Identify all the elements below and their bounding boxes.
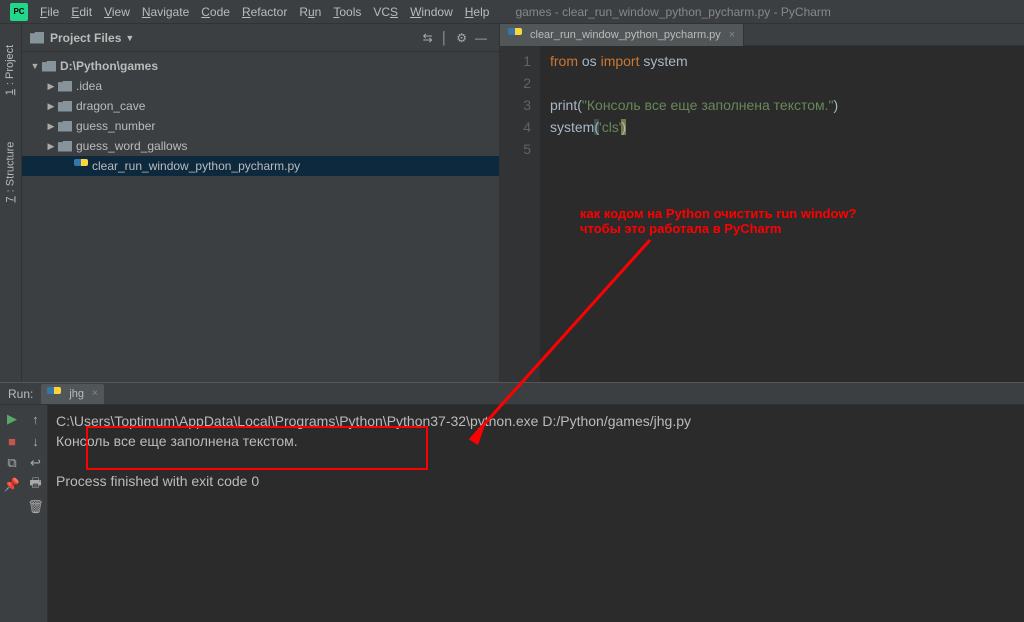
editor-tab[interactable]: clear_run_window_python_pycharm.py × bbox=[500, 24, 744, 46]
expand-arrow-icon[interactable]: ▶ bbox=[46, 121, 56, 132]
down-arrow-icon[interactable]: ↓ bbox=[28, 433, 44, 449]
tree-label: guess_word_gallows bbox=[76, 139, 187, 153]
window-title: games - clear_run_window_python_pycharm.… bbox=[515, 5, 830, 19]
layout-button[interactable]: ⧉ bbox=[4, 455, 20, 471]
tree-folder-guess-word[interactable]: ▶ guess_word_gallows bbox=[22, 136, 499, 156]
menu-code[interactable]: Code bbox=[195, 3, 236, 21]
menu-run[interactable]: Run bbox=[293, 3, 327, 21]
code-content[interactable]: from os import system print("Консоль все… bbox=[540, 46, 1024, 382]
trash-icon[interactable]: 🗑 bbox=[28, 499, 44, 515]
tree-label: dragon_cave bbox=[76, 99, 145, 113]
tree-label: .idea bbox=[76, 79, 102, 93]
tree-folder-idea[interactable]: ▶ .idea bbox=[22, 76, 499, 96]
run-tab-label: jhg bbox=[69, 388, 84, 400]
editor-tabs: clear_run_window_python_pycharm.py × bbox=[500, 24, 1024, 46]
menu-bar: PC File Edit View Navigate Code Refactor… bbox=[0, 0, 1024, 24]
menu-help[interactable]: Help bbox=[459, 3, 496, 21]
project-tree: ▼ D:\Python\games ▶ .idea ▶ dragon_cave … bbox=[22, 52, 499, 180]
tree-file-clear-run[interactable]: clear_run_window_python_pycharm.py bbox=[22, 156, 499, 176]
menu-window[interactable]: Window bbox=[404, 3, 459, 21]
vert-split-icon[interactable]: │ bbox=[441, 31, 449, 45]
left-gutter: 1: Project 7: Structure bbox=[0, 24, 22, 382]
close-icon[interactable]: × bbox=[92, 388, 98, 399]
wrap-icon[interactable]: ↩ bbox=[28, 455, 44, 471]
run-panel-header: Run: jhg × bbox=[0, 383, 1024, 405]
editor-body[interactable]: 12345 from os import system print("Консо… bbox=[500, 46, 1024, 382]
run-toolbar-left: ▶ ■ ⧉ 📌 bbox=[0, 405, 24, 622]
hide-icon[interactable]: — bbox=[475, 31, 487, 45]
chevron-down-icon[interactable]: ▼ bbox=[125, 33, 134, 43]
expand-arrow-icon[interactable]: ▼ bbox=[30, 61, 40, 71]
project-panel-header: Project Files ▼ ⇆ │ ⚙ — bbox=[22, 24, 499, 52]
gear-icon[interactable]: ⚙ bbox=[456, 31, 467, 45]
close-icon[interactable]: × bbox=[729, 29, 735, 41]
python-file-icon bbox=[508, 28, 522, 42]
menu-navigate[interactable]: Navigate bbox=[136, 3, 195, 21]
project-panel-title[interactable]: Project Files bbox=[50, 31, 121, 45]
output-text: Консоль все еще заполнена текстом. bbox=[56, 431, 1016, 451]
run-label: Run: bbox=[0, 387, 41, 401]
folder-icon bbox=[58, 101, 72, 112]
run-tab[interactable]: jhg × bbox=[41, 384, 104, 404]
python-file-icon bbox=[47, 387, 61, 401]
line-gutter: 12345 bbox=[500, 46, 540, 382]
run-panel: Run: jhg × ▶ ■ ⧉ 📌 ↑ ↓ ↩ 🖶 🗑 C:\Users\To… bbox=[0, 382, 1024, 622]
tree-folder-guess-number[interactable]: ▶ guess_number bbox=[22, 116, 499, 136]
expand-arrow-icon[interactable]: ▶ bbox=[46, 101, 56, 112]
folder-icon bbox=[58, 141, 72, 152]
menu-edit[interactable]: Edit bbox=[65, 3, 98, 21]
expand-arrow-icon[interactable]: ▶ bbox=[46, 141, 56, 152]
tree-folder-dragon-cave[interactable]: ▶ dragon_cave bbox=[22, 96, 499, 116]
print-icon[interactable]: 🖶 bbox=[28, 477, 44, 493]
tab-structure[interactable]: 7: Structure bbox=[5, 142, 17, 203]
tree-root-label: D:\Python\games bbox=[60, 59, 158, 73]
menu-file[interactable]: File bbox=[34, 3, 65, 21]
tree-label: clear_run_window_python_pycharm.py bbox=[92, 159, 300, 173]
output-finished: Process finished with exit code 0 bbox=[56, 471, 1016, 491]
folder-icon bbox=[42, 61, 56, 72]
pycharm-logo-icon: PC bbox=[10, 3, 28, 21]
tree-label: guess_number bbox=[76, 119, 155, 133]
tab-project[interactable]: 1: Project bbox=[5, 45, 17, 95]
run-toolbar-mid: ↑ ↓ ↩ 🖶 🗑 bbox=[24, 405, 48, 622]
menu-view[interactable]: View bbox=[98, 3, 136, 21]
python-file-icon bbox=[74, 159, 88, 173]
tree-root[interactable]: ▼ D:\Python\games bbox=[22, 56, 499, 76]
menu-refactor[interactable]: Refactor bbox=[236, 3, 293, 21]
run-output[interactable]: C:\Users\Toptimum\AppData\Local\Programs… bbox=[48, 405, 1024, 622]
folder-icon bbox=[58, 121, 72, 132]
project-panel: Project Files ▼ ⇆ │ ⚙ — ▼ D:\Python\game… bbox=[22, 24, 500, 382]
pin-button[interactable]: 📌 bbox=[4, 477, 20, 493]
editor-tab-label: clear_run_window_python_pycharm.py bbox=[530, 29, 721, 41]
up-arrow-icon[interactable]: ↑ bbox=[28, 411, 44, 427]
project-files-icon bbox=[30, 32, 44, 44]
menu-vcs[interactable]: VCS bbox=[367, 3, 404, 21]
expand-arrow-icon[interactable]: ▶ bbox=[46, 81, 56, 92]
folder-icon bbox=[58, 81, 72, 92]
rerun-button[interactable]: ▶ bbox=[4, 411, 20, 427]
collapse-icon[interactable]: ⇆ bbox=[423, 31, 433, 45]
output-path: C:\Users\Toptimum\AppData\Local\Programs… bbox=[56, 411, 1016, 431]
menu-tools[interactable]: Tools bbox=[327, 3, 367, 21]
editor-area: clear_run_window_python_pycharm.py × 123… bbox=[500, 24, 1024, 382]
stop-button[interactable]: ■ bbox=[4, 433, 20, 449]
